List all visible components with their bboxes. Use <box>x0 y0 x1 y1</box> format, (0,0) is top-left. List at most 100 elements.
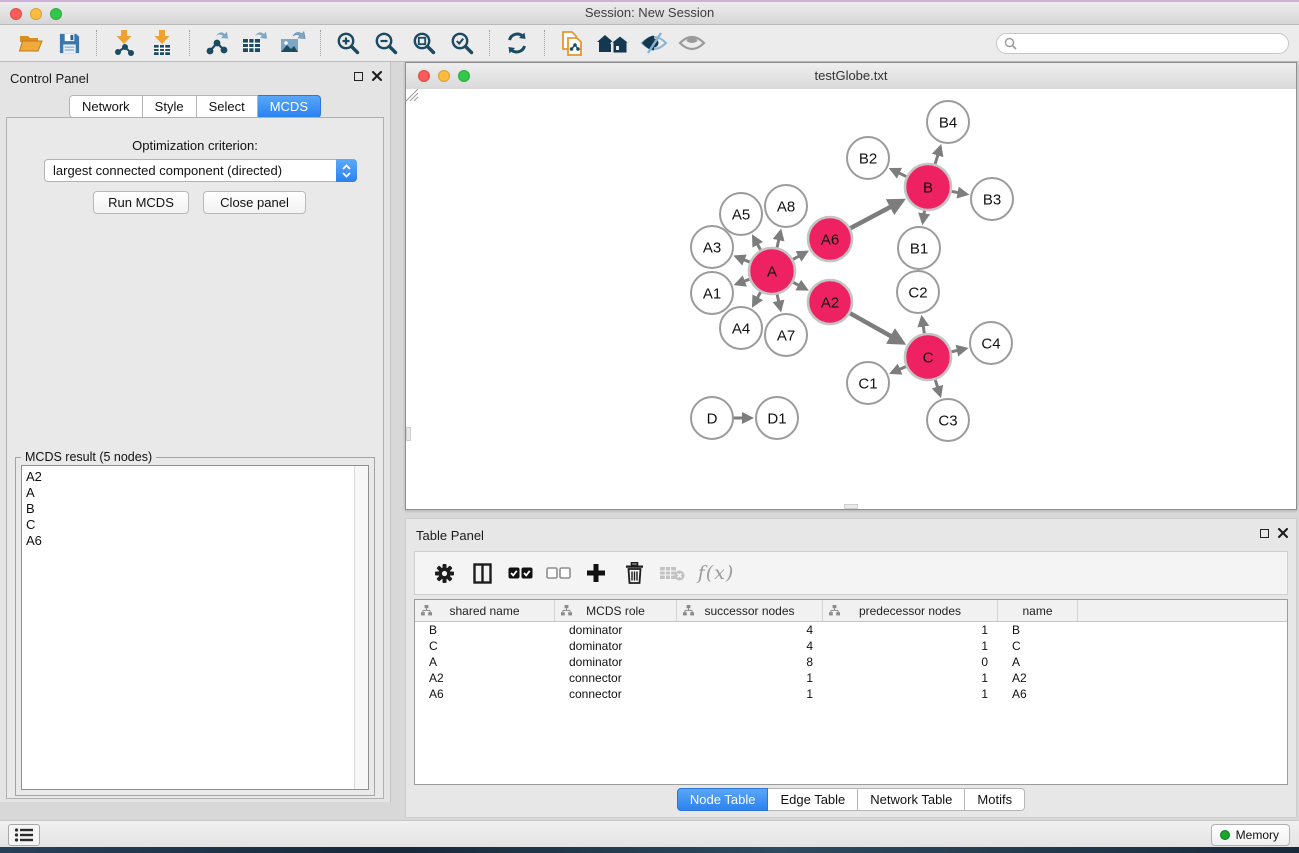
graph-node-D[interactable]: D <box>691 397 733 439</box>
show-graphics-details-button[interactable] <box>676 28 708 58</box>
close-table-panel-icon[interactable] <box>1278 528 1288 538</box>
mcds-result-group: MCDS result (5 nodes) A2ABCA6 <box>15 457 375 796</box>
table-row[interactable]: Cdominator41C <box>415 638 1287 654</box>
graph-node-A[interactable]: A <box>749 248 795 294</box>
delete-table-button[interactable] <box>655 558 689 588</box>
mcds-result-item[interactable]: B <box>22 501 368 517</box>
function-icon: f(x) <box>698 562 735 584</box>
close-panel-button[interactable]: Close panel <box>203 191 306 214</box>
close-panel-icon[interactable] <box>372 71 382 81</box>
graph-node-A7[interactable]: A7 <box>765 314 807 356</box>
search-input[interactable] <box>1017 36 1288 52</box>
refresh-button[interactable] <box>501 28 533 58</box>
mcds-result-list[interactable]: A2ABCA6 <box>21 465 369 790</box>
delete-row-button[interactable] <box>617 558 651 588</box>
mcds-result-item[interactable]: C <box>22 517 368 533</box>
vertical-scroll-nub[interactable] <box>406 427 411 441</box>
table-row[interactable]: A6connector11A6 <box>415 686 1287 702</box>
graph-node-A3[interactable]: A3 <box>691 226 733 268</box>
delete-table-icon <box>659 565 685 581</box>
deselect-all-button[interactable] <box>541 558 575 588</box>
graph-node-C3[interactable]: C3 <box>927 399 969 441</box>
list-scrollbar[interactable] <box>354 466 368 789</box>
function-builder-button[interactable]: f(x) <box>693 558 739 588</box>
float-panel-icon[interactable] <box>354 72 363 81</box>
tab-node-table[interactable]: Node Table <box>677 788 769 811</box>
table-row[interactable]: A2connector11A2 <box>415 670 1287 686</box>
import-network-button[interactable] <box>108 28 140 58</box>
table-cell: A6 <box>415 687 555 701</box>
graph-node-C4[interactable]: C4 <box>970 322 1012 364</box>
graph-node-A4[interactable]: A4 <box>720 307 762 349</box>
tab-select[interactable]: Select <box>197 95 258 118</box>
open-session-button[interactable] <box>15 28 47 58</box>
zoom-out-button[interactable] <box>370 28 402 58</box>
export-image-button[interactable] <box>277 28 309 58</box>
column-header-predecessor-nodes[interactable]: predecessor nodes <box>823 600 998 621</box>
import-table-button[interactable] <box>146 28 178 58</box>
svg-text:D: D <box>707 410 718 427</box>
graph-node-A1[interactable]: A1 <box>691 272 733 314</box>
table-row[interactable]: Bdominator41B <box>415 622 1287 638</box>
graph-edge-A6-B[interactable] <box>847 201 902 230</box>
resize-grip-icon[interactable] <box>406 89 419 102</box>
network-canvas[interactable]: B4 B2 B B3 A8A5 A6 A3 B1 A A1 C2 A2 A4A7 C C4 C1 C3 D D1 <box>406 89 1296 509</box>
network-overview-button[interactable] <box>594 28 632 58</box>
export-network-button[interactable] <box>201 28 233 58</box>
mcds-result-item[interactable]: A6 <box>22 533 368 549</box>
zoom-fit-button[interactable] <box>408 28 440 58</box>
float-table-panel-icon[interactable] <box>1260 529 1269 538</box>
column-header-name[interactable]: name <box>998 600 1078 621</box>
network-window-titlebar[interactable]: testGlobe.txt <box>406 63 1296 90</box>
graph-node-B2[interactable]: B2 <box>847 137 889 179</box>
table-cell: 1 <box>823 687 998 701</box>
zoom-in-button[interactable] <box>332 28 364 58</box>
optimization-criterion-select[interactable]: largest connected component (directed) <box>44 159 357 182</box>
task-history-button[interactable] <box>8 824 40 846</box>
column-header-shared-name[interactable]: shared name <box>415 600 555 621</box>
graph-node-C[interactable]: C <box>905 334 951 380</box>
column-header-successor-nodes[interactable]: successor nodes <box>677 600 823 621</box>
tab-edge-table[interactable]: Edge Table <box>768 788 858 811</box>
mcds-result-item[interactable]: A2 <box>22 469 368 485</box>
graph-node-A2[interactable]: A2 <box>808 280 852 324</box>
graph-node-C2[interactable]: C2 <box>897 271 939 313</box>
graph-node-B4[interactable]: B4 <box>927 101 969 143</box>
dropdown-stepper-icon <box>336 159 357 182</box>
hide-graphics-details-button[interactable] <box>638 28 670 58</box>
attribute-tree-icon <box>421 605 432 616</box>
tab-network-table[interactable]: Network Table <box>858 788 965 811</box>
columns-icon <box>473 563 492 584</box>
graph-node-D1[interactable]: D1 <box>756 397 798 439</box>
toolbar-search[interactable] <box>996 33 1289 54</box>
node-table[interactable]: shared nameMCDS rolesuccessor nodesprede… <box>414 599 1288 785</box>
show-columns-button[interactable] <box>465 558 499 588</box>
mcds-result-item[interactable]: A <box>22 485 368 501</box>
tab-mcds[interactable]: MCDS <box>258 95 321 118</box>
graph-node-A6[interactable]: A6 <box>808 217 852 261</box>
clone-network-button[interactable] <box>556 28 588 58</box>
add-row-button[interactable] <box>579 558 613 588</box>
horizontal-scroll-nub[interactable] <box>844 504 858 509</box>
graph-node-A8[interactable]: A8 <box>765 185 807 227</box>
table-settings-button[interactable] <box>427 558 461 588</box>
export-table-button[interactable] <box>239 28 271 58</box>
run-mcds-button[interactable]: Run MCDS <box>93 191 189 214</box>
save-session-button[interactable] <box>53 28 85 58</box>
tab-network[interactable]: Network <box>69 95 143 118</box>
zoom-selected-button[interactable] <box>446 28 478 58</box>
column-header-MCDS-role[interactable]: MCDS role <box>555 600 677 621</box>
graph-node-C1[interactable]: C1 <box>847 362 889 404</box>
table-row[interactable]: Adominator80A <box>415 654 1287 670</box>
select-all-button[interactable] <box>503 558 537 588</box>
control-panel: Control Panel NetworkStyleSelectMCDS Opt… <box>0 62 391 802</box>
graph-node-B1[interactable]: B1 <box>898 227 940 269</box>
graph-node-B3[interactable]: B3 <box>971 178 1013 220</box>
tab-style[interactable]: Style <box>143 95 197 118</box>
graph-node-B[interactable]: B <box>905 164 951 210</box>
memory-button[interactable]: Memory <box>1211 824 1290 846</box>
tab-motifs[interactable]: Motifs <box>965 788 1025 811</box>
graph-edge-A2-C[interactable] <box>847 311 903 342</box>
network-graph[interactable]: B4 B2 B B3 A8A5 A6 A3 B1 A A1 C2 A2 A4A7 C C4 C1 C3 D D1 <box>406 89 1296 509</box>
graph-node-A5[interactable]: A5 <box>720 193 762 235</box>
